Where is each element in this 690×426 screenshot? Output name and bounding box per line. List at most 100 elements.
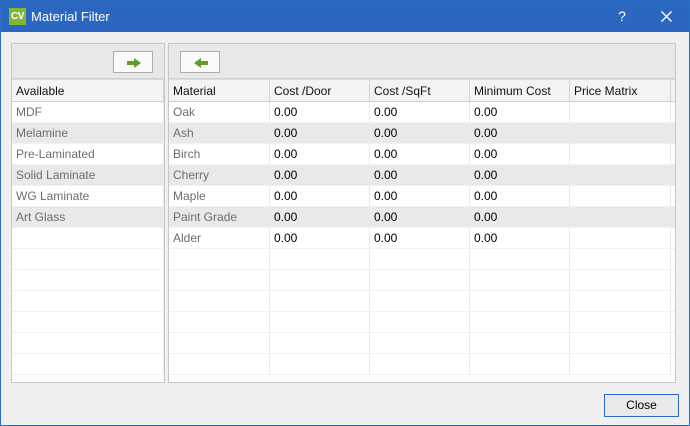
list-item[interactable]: Art Glass bbox=[12, 207, 164, 228]
minimum-cost-cell bbox=[470, 291, 570, 311]
app-logo-icon: CV bbox=[9, 8, 26, 25]
list-item[interactable]: Pre-Laminated bbox=[12, 144, 164, 165]
column-header-available[interactable]: Available bbox=[12, 80, 164, 101]
empty-row bbox=[169, 270, 675, 291]
cost-door-cell bbox=[270, 270, 370, 290]
minimum-cost-cell[interactable]: 0.00 bbox=[470, 186, 570, 206]
cost-sqft-cell[interactable]: 0.00 bbox=[370, 207, 470, 227]
cost-sqft-cell[interactable]: 0.00 bbox=[370, 102, 470, 122]
close-button[interactable]: Close bbox=[604, 394, 679, 417]
material-cell bbox=[169, 291, 270, 311]
cost-door-cell[interactable]: 0.00 bbox=[270, 207, 370, 227]
column-header-minimum-cost[interactable]: Minimum Cost bbox=[470, 80, 570, 101]
table-row[interactable]: Ash 0.00 0.00 0.00 bbox=[169, 123, 675, 144]
table-row[interactable]: Maple 0.00 0.00 0.00 bbox=[169, 186, 675, 207]
available-grid-header: Available bbox=[12, 79, 164, 102]
empty-row bbox=[12, 228, 164, 249]
minimum-cost-cell[interactable]: 0.00 bbox=[470, 228, 570, 248]
add-material-button[interactable] bbox=[113, 51, 153, 73]
price-matrix-cell[interactable] bbox=[570, 144, 671, 164]
cost-door-cell bbox=[270, 312, 370, 332]
list-item[interactable]: WG Laminate bbox=[12, 186, 164, 207]
available-material-cell bbox=[12, 228, 164, 248]
material-cell bbox=[169, 312, 270, 332]
remove-material-button[interactable] bbox=[180, 51, 220, 73]
cost-door-cell[interactable]: 0.00 bbox=[270, 228, 370, 248]
empty-row bbox=[12, 270, 164, 291]
material-cell[interactable]: Alder bbox=[169, 228, 270, 248]
column-header-cost-door[interactable]: Cost /Door bbox=[270, 80, 370, 101]
cost-sqft-cell bbox=[370, 270, 470, 290]
material-cell[interactable]: Ash bbox=[169, 123, 270, 143]
cost-sqft-cell bbox=[370, 354, 470, 374]
available-toolbar bbox=[12, 44, 164, 79]
close-window-button[interactable] bbox=[649, 1, 685, 32]
empty-row bbox=[169, 249, 675, 270]
minimum-cost-cell bbox=[470, 270, 570, 290]
empty-row bbox=[169, 333, 675, 354]
selected-panel: Material Cost /Door Cost /SqFt Minimum C… bbox=[168, 43, 676, 383]
price-matrix-cell bbox=[570, 354, 671, 374]
minimum-cost-cell[interactable]: 0.00 bbox=[470, 165, 570, 185]
minimum-cost-cell[interactable]: 0.00 bbox=[470, 102, 570, 122]
price-matrix-cell bbox=[570, 312, 671, 332]
table-row[interactable]: Birch 0.00 0.00 0.00 bbox=[169, 144, 675, 165]
table-row[interactable]: Cherry 0.00 0.00 0.00 bbox=[169, 165, 675, 186]
material-cell[interactable]: Paint Grade bbox=[169, 207, 270, 227]
material-cell[interactable]: Oak bbox=[169, 102, 270, 122]
empty-row bbox=[169, 312, 675, 333]
cost-sqft-cell[interactable]: 0.00 bbox=[370, 144, 470, 164]
minimum-cost-cell[interactable]: 0.00 bbox=[470, 123, 570, 143]
cost-door-cell[interactable]: 0.00 bbox=[270, 165, 370, 185]
cost-door-cell[interactable]: 0.00 bbox=[270, 102, 370, 122]
price-matrix-cell[interactable] bbox=[570, 186, 671, 206]
available-material-cell bbox=[12, 333, 164, 353]
price-matrix-cell bbox=[570, 333, 671, 353]
minimum-cost-cell bbox=[470, 312, 570, 332]
minimum-cost-cell[interactable]: 0.00 bbox=[470, 207, 570, 227]
price-matrix-cell[interactable] bbox=[570, 102, 671, 122]
material-cell bbox=[169, 249, 270, 269]
table-row[interactable]: Paint Grade 0.00 0.00 0.00 bbox=[169, 207, 675, 228]
column-header-cost-sqft[interactable]: Cost /SqFt bbox=[370, 80, 470, 101]
material-cell[interactable]: Birch bbox=[169, 144, 270, 164]
minimum-cost-cell bbox=[470, 354, 570, 374]
arrow-left-icon bbox=[194, 58, 208, 68]
list-item[interactable]: Solid Laminate bbox=[12, 165, 164, 186]
material-cell[interactable]: Maple bbox=[169, 186, 270, 206]
empty-row bbox=[12, 312, 164, 333]
cost-door-cell[interactable]: 0.00 bbox=[270, 186, 370, 206]
cost-sqft-cell[interactable]: 0.00 bbox=[370, 123, 470, 143]
empty-row bbox=[12, 291, 164, 312]
list-item[interactable]: MDF bbox=[12, 102, 164, 123]
cost-door-cell[interactable]: 0.00 bbox=[270, 144, 370, 164]
available-material-cell bbox=[12, 354, 164, 374]
price-matrix-cell[interactable] bbox=[570, 165, 671, 185]
cost-door-cell[interactable]: 0.00 bbox=[270, 123, 370, 143]
price-matrix-cell[interactable] bbox=[570, 228, 671, 248]
help-button[interactable]: ? bbox=[605, 1, 639, 32]
minimum-cost-cell[interactable]: 0.00 bbox=[470, 144, 570, 164]
close-icon bbox=[661, 11, 672, 22]
material-filter-dialog: CV Material Filter ? Available MDF Melami… bbox=[0, 0, 690, 426]
cost-sqft-cell bbox=[370, 249, 470, 269]
price-matrix-cell[interactable] bbox=[570, 123, 671, 143]
table-row[interactable]: Oak 0.00 0.00 0.00 bbox=[169, 102, 675, 123]
cost-sqft-cell bbox=[370, 333, 470, 353]
table-row[interactable]: Alder 0.00 0.00 0.00 bbox=[169, 228, 675, 249]
list-item[interactable]: Melamine bbox=[12, 123, 164, 144]
cost-sqft-cell[interactable]: 0.00 bbox=[370, 186, 470, 206]
material-cell[interactable]: Cherry bbox=[169, 165, 270, 185]
cost-sqft-cell[interactable]: 0.00 bbox=[370, 228, 470, 248]
material-cell bbox=[169, 354, 270, 374]
column-header-material[interactable]: Material bbox=[169, 80, 270, 101]
available-material-cell bbox=[12, 312, 164, 332]
column-header-price-matrix[interactable]: Price Matrix bbox=[570, 80, 671, 101]
available-material-cell bbox=[12, 249, 164, 269]
empty-row bbox=[169, 354, 675, 375]
available-material-cell bbox=[12, 270, 164, 290]
cost-sqft-cell[interactable]: 0.00 bbox=[370, 165, 470, 185]
selected-toolbar bbox=[169, 44, 675, 79]
price-matrix-cell[interactable] bbox=[570, 207, 671, 227]
empty-row bbox=[12, 333, 164, 354]
